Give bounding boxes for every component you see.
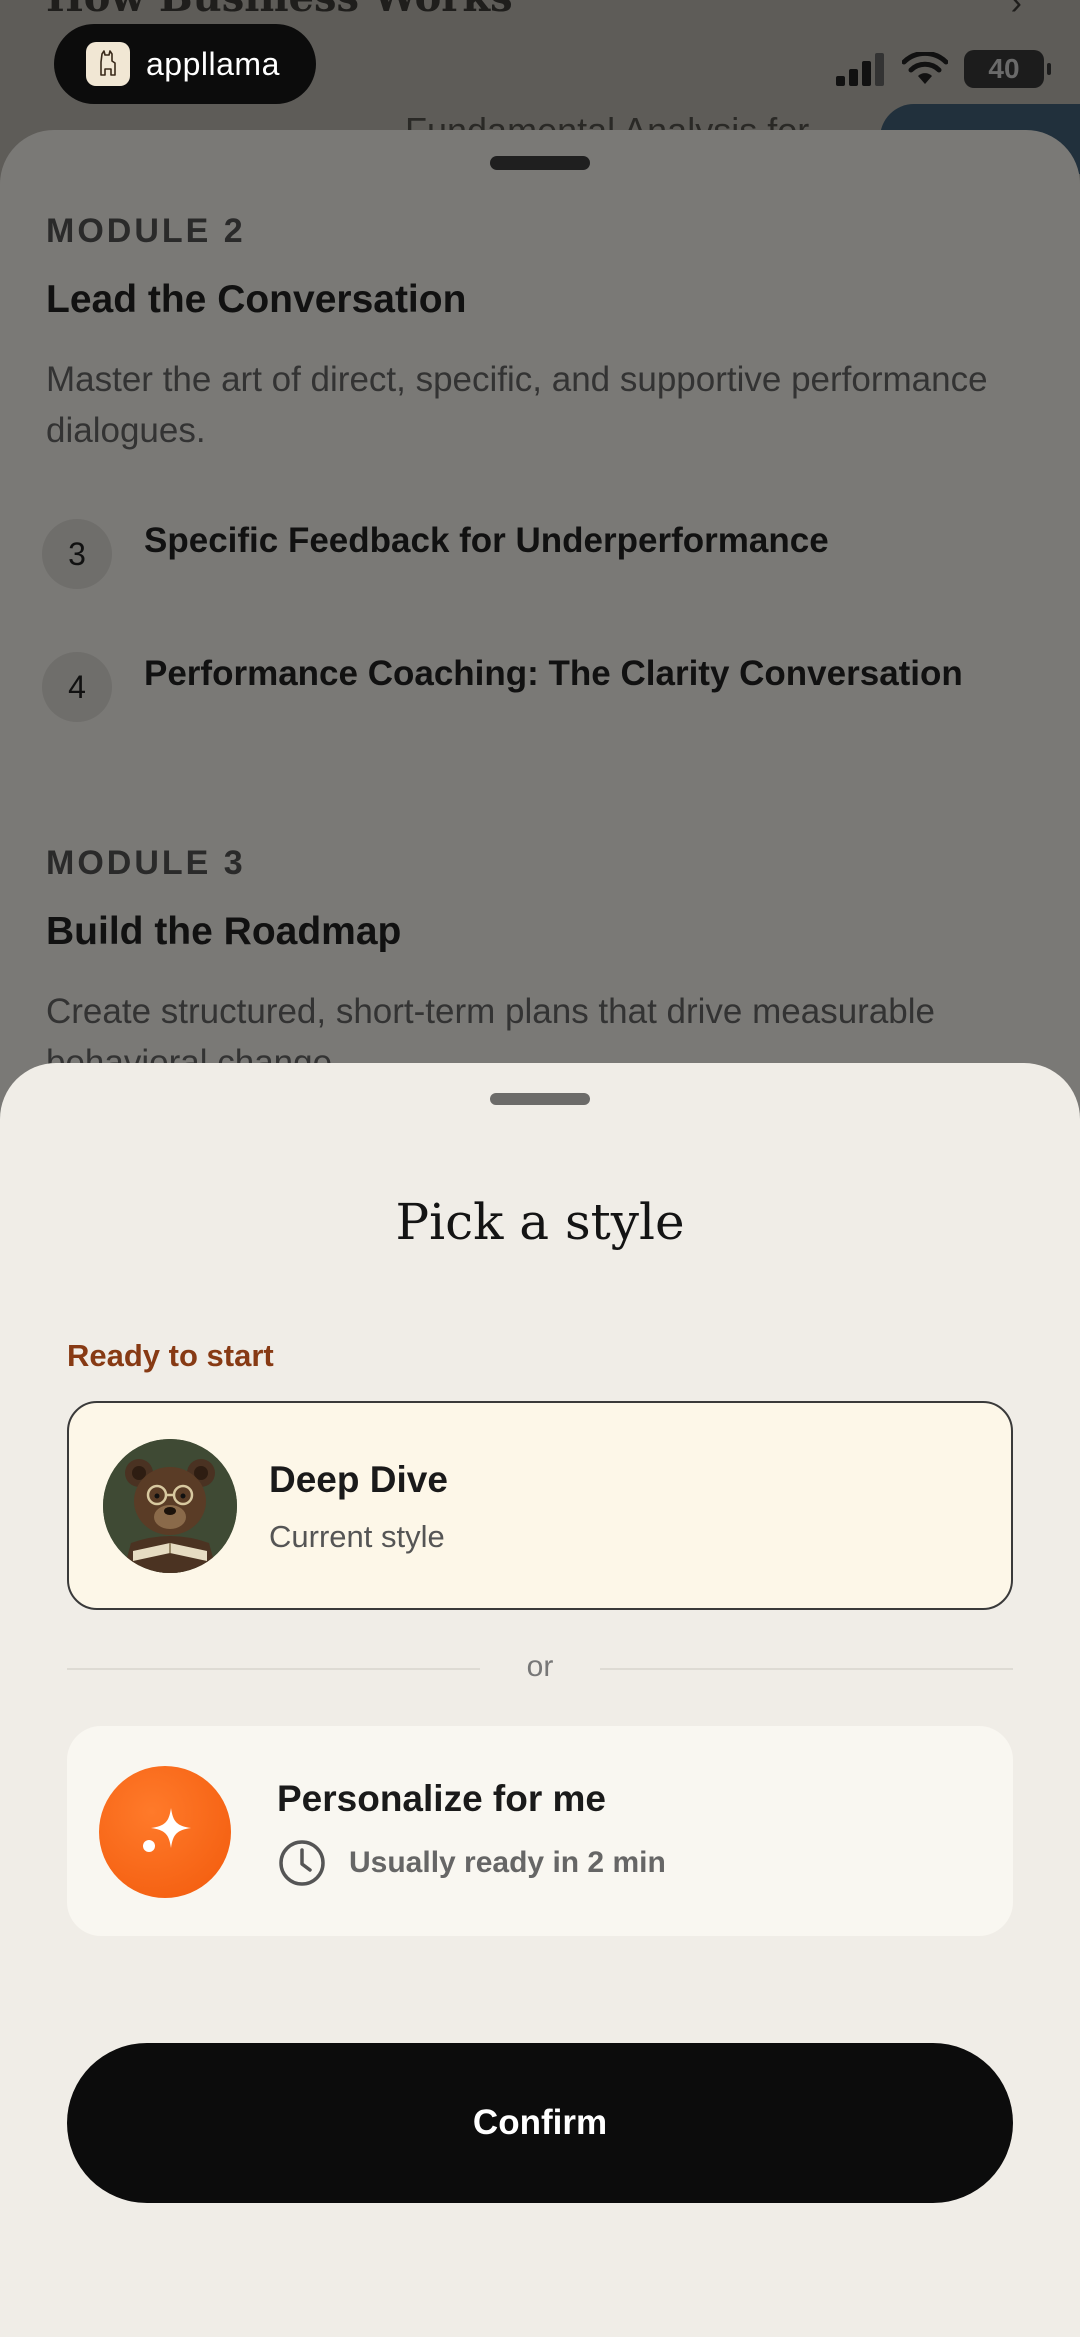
sparkle-icon [99,1766,231,1898]
background-course-sheet: MODULE 2 Lead the Conversation Master th… [0,130,1080,1130]
style-name: Deep Dive [269,1459,448,1500]
divider-right [600,1668,1013,1670]
personalize-title: Personalize for me [277,1778,607,1819]
style-status: Current style [269,1519,445,1554]
wifi-icon [902,52,948,84]
background-course-title: How Business Works [46,0,513,21]
module-title: Build the Roadmap [46,910,402,953]
app-indicator-pill[interactable]: appllama [54,24,316,104]
personalize-time: Usually ready in 2 min [349,1846,666,1879]
lesson-number: 3 [42,519,112,589]
lesson-item[interactable]: 3 Specific Feedback for Underperformance [42,519,829,589]
module-title: Lead the Conversation [46,278,467,321]
status-icons: 40 [836,50,1051,88]
module-description: Master the art of direct, specific, and … [46,360,988,450]
module-label: MODULE 2 [46,212,246,250]
module-label: MODULE 3 [46,844,246,882]
bear-avatar-icon [103,1439,237,1573]
section-label: Ready to start [67,1338,274,1373]
cellular-signal-icon [836,53,884,86]
personalize-card[interactable]: Personalize for me Usually ready in 2 mi… [67,1726,1013,1936]
sheet-title: Pick a style [395,1193,685,1251]
battery-indicator: 40 [964,50,1051,88]
lesson-title: Performance Coaching: The Clarity Conver… [144,654,963,693]
background-sheet-handle [490,156,590,170]
llama-logo-icon [86,42,130,86]
lesson-item[interactable]: 4 Performance Coaching: The Clarity Conv… [42,652,963,722]
pick-style-sheet: Pick a style Ready to start Deep Dive Cu… [0,1063,1080,2337]
or-separator: or [526,1650,554,1683]
lesson-title: Specific Feedback for Underperformance [144,521,829,560]
lesson-number: 4 [42,652,112,722]
sheet-drag-handle[interactable] [490,1093,590,1105]
chevron-right-icon: › [1010,0,1022,22]
personalize-time-row: Usually ready in 2 min [277,1838,666,1888]
app-name: appllama [146,45,280,82]
clock-icon [279,1840,325,1886]
current-style-card[interactable]: Deep Dive Current style [67,1401,1013,1610]
confirm-button[interactable]: Confirm [67,2043,1013,2203]
